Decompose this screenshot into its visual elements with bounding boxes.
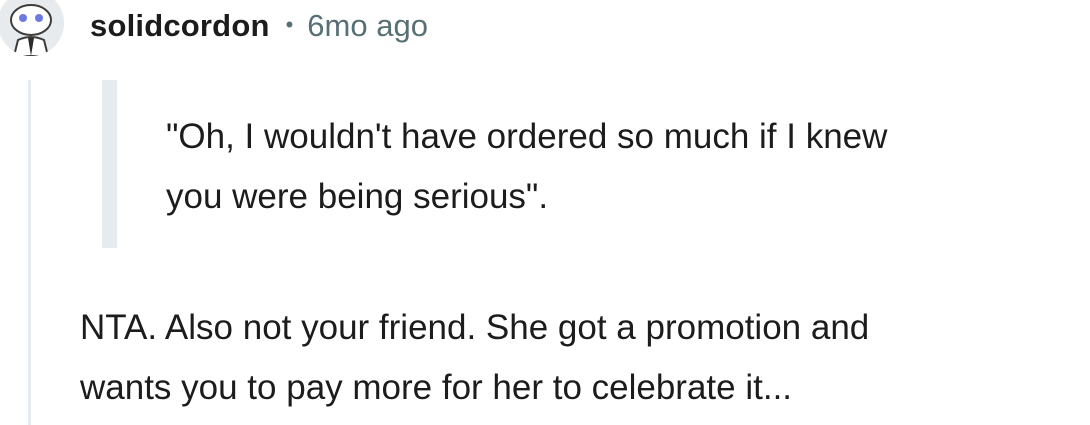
meta-separator: • <box>285 12 294 37</box>
comment-body: NTA. Also not your friend. She got a pro… <box>80 298 1080 418</box>
comment: solidcordon • 6mo ago "Oh, I wouldn't ha… <box>0 0 1090 425</box>
comment-body-line: wants you to pay more for her to celebra… <box>80 368 793 407</box>
user-avatar[interactable] <box>0 0 64 56</box>
snoo-avatar-icon <box>0 0 64 56</box>
author-username[interactable]: solidcordon <box>90 8 270 44</box>
comment-timestamp[interactable]: 6mo ago <box>307 8 428 44</box>
blockquote-text: "Oh, I wouldn't have ordered so much if … <box>166 107 1086 227</box>
thread-collapse-line[interactable] <box>28 80 31 425</box>
comment-body-line: NTA. Also not your friend. She got a pro… <box>80 308 870 347</box>
comment-header: solidcordon • 6mo ago <box>90 6 428 46</box>
blockquote-line: "Oh, I wouldn't have ordered so much if … <box>166 117 888 156</box>
blockquote-bar <box>102 80 117 248</box>
blockquote-line: you were being serious". <box>166 177 549 216</box>
